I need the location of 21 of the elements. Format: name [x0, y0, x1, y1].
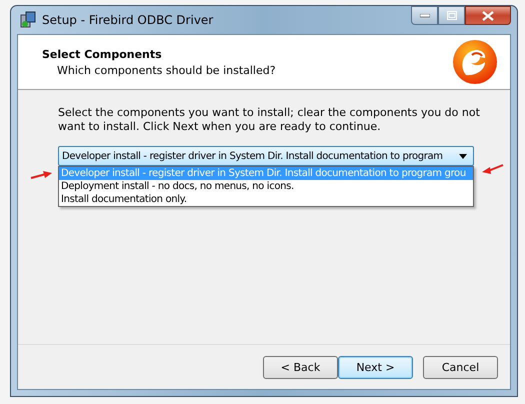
annotation-arrow: [480, 163, 504, 175]
page-subtitle: Which components should be installed?: [56, 64, 276, 76]
bird-logo-icon: [452, 39, 498, 85]
close-button[interactable]: [465, 6, 511, 25]
page-title: Select Components: [42, 48, 163, 60]
dropdown-option[interactable]: Install documentation only.: [59, 193, 473, 206]
caret-icon: [459, 154, 467, 158]
cancel-button[interactable]: Cancel: [423, 356, 498, 378]
close-icon: [482, 10, 494, 20]
dropdown-option[interactable]: Deployment install - no docs, no menus, no icons.: [59, 180, 473, 193]
back-button[interactable]: < Back: [263, 356, 338, 378]
installer-icon: [19, 11, 37, 29]
annotation-arrow: [30, 168, 54, 180]
window-title: Setup - Firebird ODBC Driver: [42, 13, 214, 27]
minimize-icon: [420, 14, 430, 18]
minimize-button[interactable]: [411, 6, 438, 25]
maximize-icon: [446, 11, 456, 20]
instruction-text: Select the components you want to install; clear the components you do not want to install. Click Next when you are ready to continue.: [58, 106, 481, 134]
maximize-button[interactable]: [438, 6, 465, 25]
next-button[interactable]: Next >: [338, 356, 413, 378]
components-dropdown[interactable]: Developer install - register driver in System Dir. Install documentation to program: [58, 146, 474, 166]
